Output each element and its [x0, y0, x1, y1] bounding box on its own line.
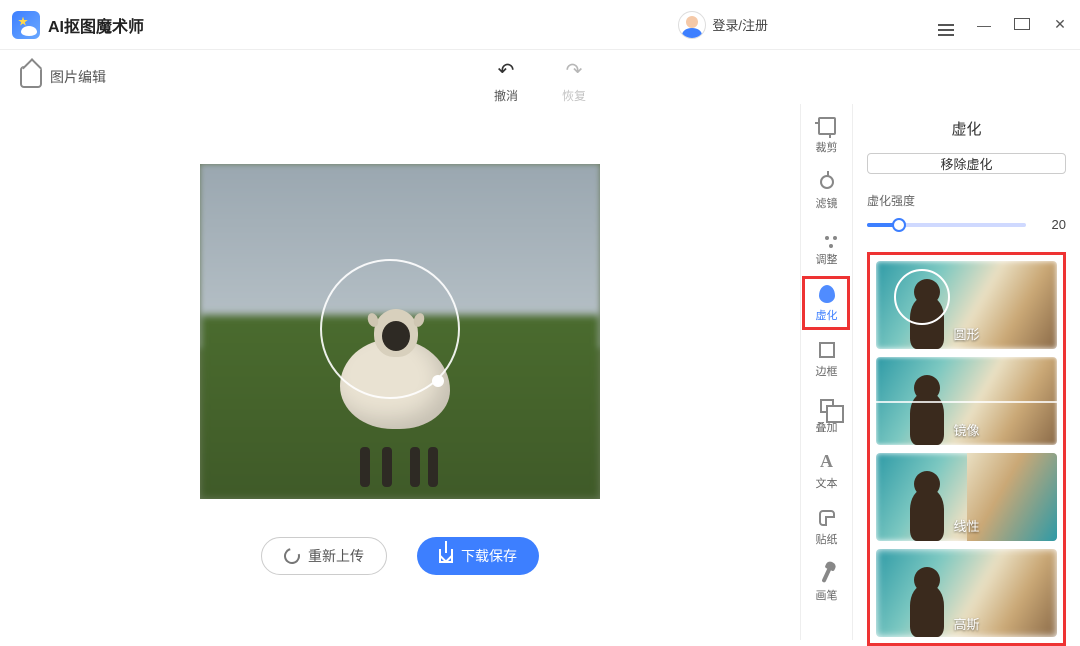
titlebar: AI抠图魔术师 登录/注册 — ✕ — [0, 0, 1080, 50]
blur-icon — [819, 285, 835, 303]
blur-modes-highlight: 圆形 镜像 线性 高斯 — [867, 252, 1066, 646]
blur-panel: 虚化 移除虚化 虚化强度 20 圆形 镜像 线性 高斯 — [852, 104, 1080, 640]
brush-icon — [821, 564, 832, 582]
blur-mode-mirror[interactable]: 镜像 — [876, 357, 1057, 445]
redo-button[interactable]: ↷ 恢复 — [562, 58, 586, 104]
rail-blur[interactable]: 虚化 — [804, 278, 850, 328]
image-canvas[interactable] — [200, 164, 600, 499]
remove-blur-button[interactable]: 移除虚化 — [867, 153, 1066, 174]
close-button[interactable]: ✕ — [1052, 16, 1068, 33]
crop-icon — [818, 117, 836, 135]
reupload-button[interactable]: 重新上传 — [261, 537, 387, 575]
download-button[interactable]: 下载保存 — [417, 537, 539, 575]
border-icon — [819, 342, 835, 358]
avatar[interactable] — [678, 11, 706, 39]
main: 重新上传 下载保存 裁剪 滤镜 调整 虚化 边框 叠加 — [0, 104, 1080, 640]
slider-label: 虚化强度 — [867, 192, 1066, 209]
app-title: AI抠图魔术师 — [48, 13, 144, 37]
rail-border[interactable]: 边框 — [804, 334, 850, 384]
rail-crop[interactable]: 裁剪 — [804, 110, 850, 160]
rail-text[interactable]: A 文本 — [804, 446, 850, 496]
slider-value: 20 — [1040, 217, 1066, 232]
sticker-icon — [819, 510, 835, 526]
canvas-area: 重新上传 下载保存 — [0, 104, 800, 640]
rail-filter[interactable]: 滤镜 — [804, 166, 850, 216]
blur-mode-linear[interactable]: 线性 — [876, 453, 1057, 541]
panel-title: 虚化 — [867, 118, 1066, 139]
breadcrumb-label: 图片编辑 — [50, 67, 106, 87]
slider-thumb[interactable] — [892, 218, 906, 232]
window-controls: — ✕ — [938, 13, 1068, 36]
blur-mode-gaussian[interactable]: 高斯 — [876, 549, 1057, 637]
home-icon — [20, 66, 42, 88]
text-icon: A — [820, 451, 833, 472]
rail-overlay[interactable]: 叠加 — [804, 390, 850, 440]
subbar: 图片编辑 ↶ 撤消 ↷ 恢复 — [0, 50, 1080, 104]
rail-adjust[interactable]: 调整 — [804, 222, 850, 272]
minimize-button[interactable]: — — [976, 17, 992, 33]
overlay-icon — [820, 399, 834, 413]
tool-rail: 裁剪 滤镜 调整 虚化 边框 叠加 A 文本 贴纸 画笔 — [800, 104, 852, 640]
blur-focus-ring[interactable] — [320, 259, 460, 399]
rail-sticker[interactable]: 贴纸 — [804, 502, 850, 552]
blur-mode-circle[interactable]: 圆形 — [876, 261, 1057, 349]
download-icon — [439, 549, 453, 563]
maximize-button[interactable] — [1014, 17, 1030, 33]
rail-brush[interactable]: 画笔 — [804, 558, 850, 608]
adjust-icon — [825, 236, 829, 240]
menu-icon[interactable] — [938, 13, 954, 36]
redo-icon: ↷ — [566, 58, 583, 83]
blur-strength-slider[interactable] — [867, 223, 1026, 227]
breadcrumb[interactable]: 图片编辑 — [20, 66, 106, 88]
undo-icon: ↶ — [498, 58, 515, 83]
reload-icon — [281, 545, 303, 567]
login-link[interactable]: 登录/注册 — [712, 15, 768, 34]
app-logo — [12, 11, 40, 39]
undo-button[interactable]: ↶ 撤消 — [494, 58, 518, 104]
filter-icon — [820, 175, 834, 189]
